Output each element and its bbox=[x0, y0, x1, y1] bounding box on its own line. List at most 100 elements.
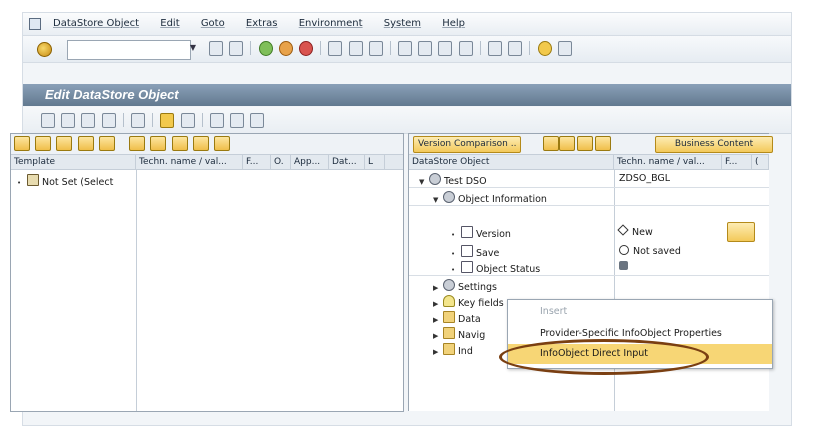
find-icon[interactable] bbox=[348, 41, 363, 56]
object-status-value bbox=[619, 261, 628, 272]
business-content-button[interactable]: Business Content bbox=[655, 136, 773, 153]
help-icon[interactable] bbox=[537, 41, 552, 56]
version-select-button[interactable] bbox=[727, 222, 755, 242]
exit-icon[interactable] bbox=[278, 41, 293, 56]
back-arrow-icon[interactable] bbox=[209, 41, 223, 56]
application-toolbar-icons bbox=[41, 113, 267, 128]
shortcut-icon[interactable] bbox=[508, 41, 523, 56]
collapse-triangle-icon[interactable]: ▶ bbox=[433, 316, 443, 324]
command-dropdown-icon[interactable]: ▼ bbox=[187, 40, 199, 56]
expand-triangle-icon[interactable]: ▼ bbox=[433, 196, 443, 204]
infocube-icon[interactable] bbox=[35, 136, 52, 151]
collapse-triangle-icon[interactable]: ▶ bbox=[433, 332, 443, 340]
activate-icon[interactable] bbox=[160, 113, 175, 128]
menu-system[interactable]: System bbox=[384, 18, 421, 29]
expand-icon[interactable] bbox=[129, 136, 146, 151]
column-header-o[interactable]: O. bbox=[271, 155, 291, 169]
collapse-triangle-icon[interactable]: ▶ bbox=[433, 284, 443, 292]
row-divider bbox=[409, 205, 769, 206]
layout-menu-icon[interactable] bbox=[557, 41, 572, 56]
filter-icon[interactable] bbox=[192, 136, 209, 151]
enter-check-icon[interactable] bbox=[37, 42, 52, 57]
tree-node-key-fields[interactable]: ▶ Key fields bbox=[433, 295, 504, 309]
menu-datastore-object[interactable]: DataStore Object bbox=[53, 18, 139, 29]
collapse-icon[interactable] bbox=[150, 136, 167, 151]
dso-technical-name: ZDSO_BGL bbox=[619, 173, 671, 184]
print-icon[interactable] bbox=[328, 41, 343, 56]
object-list-icon[interactable] bbox=[209, 113, 224, 128]
column-header-dat[interactable]: Dat... bbox=[329, 155, 365, 169]
tree-node-navigation[interactable]: ▶ Navig bbox=[433, 327, 485, 341]
first-page-icon[interactable] bbox=[398, 41, 413, 56]
cancel-icon[interactable] bbox=[298, 41, 313, 56]
where-used-icon[interactable] bbox=[230, 113, 245, 128]
technical-name-icon[interactable] bbox=[559, 136, 575, 151]
folder-icon bbox=[443, 327, 455, 339]
menu-help[interactable]: Help bbox=[442, 18, 465, 29]
tree-node-indexes[interactable]: ▶ Ind bbox=[433, 343, 473, 357]
back-icon[interactable] bbox=[258, 41, 273, 56]
title-bar: Edit DataStore Object bbox=[23, 84, 791, 106]
save-icon[interactable] bbox=[229, 41, 244, 56]
last-page-icon[interactable] bbox=[458, 41, 473, 56]
tree-node-object-information[interactable]: ▼ Object Information bbox=[433, 191, 547, 205]
menu-goto[interactable]: Goto bbox=[201, 18, 225, 29]
all-infoobjects-icon[interactable] bbox=[98, 136, 115, 151]
column-header-f[interactable]: F... bbox=[722, 155, 752, 169]
folder-icon bbox=[443, 343, 455, 355]
new-session-icon[interactable] bbox=[488, 41, 502, 56]
toolbar-separator bbox=[152, 113, 154, 127]
back-arrow-icon[interactable] bbox=[41, 113, 55, 128]
datastore-icon[interactable] bbox=[56, 136, 73, 151]
infoobject-catalog-icon[interactable] bbox=[77, 136, 94, 151]
menu-items: DataStore Object Edit Goto Extras Enviro… bbox=[53, 18, 483, 29]
column-header-more[interactable]: ( bbox=[752, 155, 769, 169]
menu-extras[interactable]: Extras bbox=[246, 18, 278, 29]
tree-node-save[interactable]: • Save bbox=[451, 245, 499, 259]
bullet-icon: • bbox=[451, 250, 456, 258]
tree-node-label: Navig bbox=[458, 330, 486, 341]
other-object-icon[interactable] bbox=[101, 113, 116, 128]
column-header-app[interactable]: App... bbox=[291, 155, 329, 169]
new-status-icon bbox=[617, 224, 629, 236]
status-icon bbox=[619, 261, 628, 270]
check-icon[interactable] bbox=[130, 113, 145, 128]
command-field[interactable] bbox=[67, 40, 191, 60]
navigator-icon[interactable] bbox=[250, 113, 265, 128]
tree-node-data-fields[interactable]: ▶ Data bbox=[433, 311, 481, 325]
version-comparison-button[interactable]: Version Comparison .. bbox=[413, 136, 522, 153]
column-header-techn-name[interactable]: Techn. name / val... bbox=[136, 155, 243, 169]
column-header-datastore-object[interactable]: DataStore Object bbox=[409, 155, 614, 169]
window-menu-icon[interactable] bbox=[29, 18, 41, 30]
tree-node-test-dso[interactable]: ▼ Test DSO bbox=[419, 173, 487, 187]
previous-page-icon[interactable] bbox=[418, 41, 433, 56]
column-header-template[interactable]: Template bbox=[11, 155, 136, 169]
column-header-techn-name[interactable]: Techn. name / val... bbox=[614, 155, 722, 169]
find-icon[interactable] bbox=[213, 136, 230, 151]
tree-node-settings[interactable]: ▶ Settings bbox=[433, 279, 497, 293]
find-next-icon[interactable] bbox=[368, 41, 383, 56]
folder-icon bbox=[443, 311, 455, 323]
infoprovider-icon[interactable] bbox=[14, 136, 30, 151]
menu-edit[interactable]: Edit bbox=[160, 18, 179, 29]
forward-arrow-icon[interactable] bbox=[61, 113, 76, 128]
datastore-toolbar: Version Comparison .. Business Content bbox=[409, 134, 773, 155]
tree-node-object-status[interactable]: • Object Status bbox=[451, 261, 540, 275]
tree-node-not-set[interactable]: • Not Set (Select bbox=[17, 174, 113, 188]
page-title: Edit DataStore Object bbox=[45, 87, 179, 102]
display-change-icon[interactable] bbox=[81, 113, 96, 128]
menu-environment[interactable]: Environment bbox=[299, 18, 363, 29]
sort-ascending-icon[interactable] bbox=[171, 136, 188, 151]
menu-item-insert[interactable]: Insert bbox=[508, 302, 772, 322]
info-icon[interactable] bbox=[180, 113, 195, 128]
column-header-f[interactable]: F... bbox=[243, 155, 271, 169]
next-page-icon[interactable] bbox=[438, 41, 453, 56]
tree-icon[interactable] bbox=[577, 136, 593, 151]
settings-icon[interactable] bbox=[595, 136, 611, 151]
tree-node-version[interactable]: • Version bbox=[451, 226, 511, 240]
expand-triangle-icon[interactable]: ▼ bbox=[419, 178, 429, 186]
dropdown-icon[interactable] bbox=[543, 136, 559, 151]
column-header-l[interactable]: L bbox=[365, 155, 385, 169]
collapse-triangle-icon[interactable]: ▶ bbox=[433, 300, 443, 308]
collapse-triangle-icon[interactable]: ▶ bbox=[433, 348, 443, 356]
